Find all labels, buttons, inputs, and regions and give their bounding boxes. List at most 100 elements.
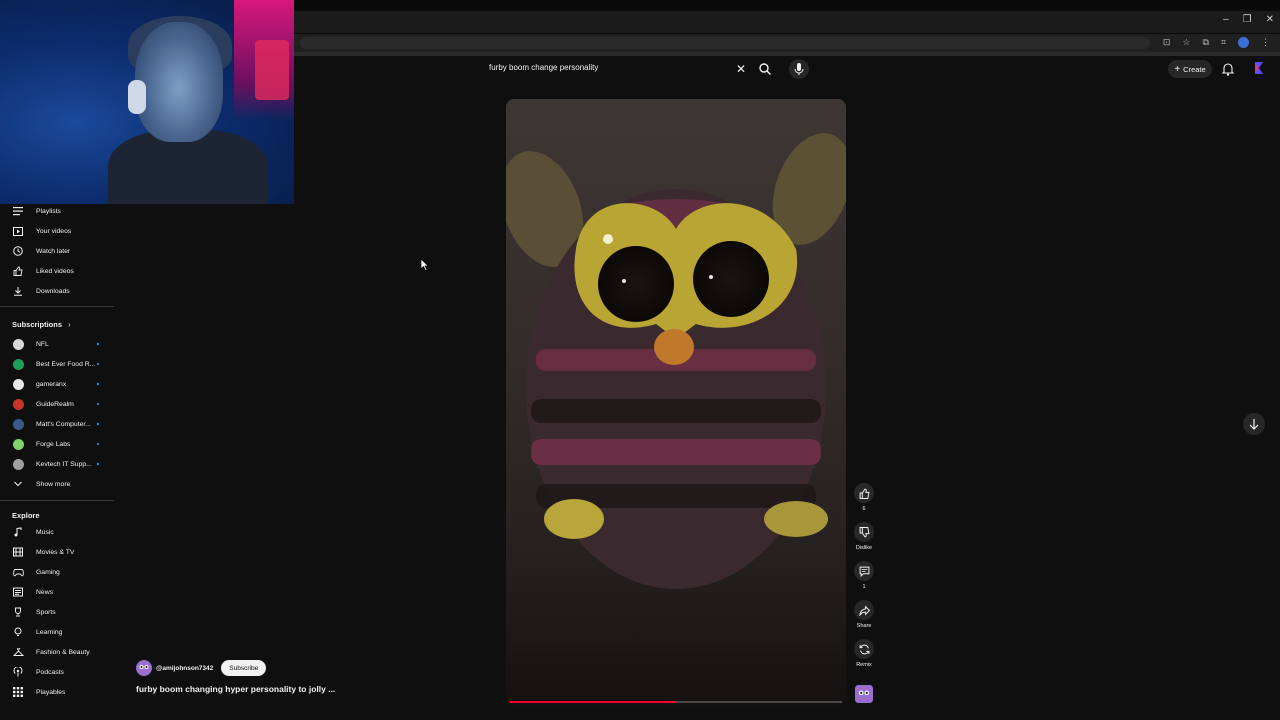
clear-search-icon[interactable]: ✕ <box>734 61 748 77</box>
sidebar-item-your-videos[interactable]: Your videos <box>0 221 114 241</box>
close-window-icon[interactable]: ✕ <box>1266 14 1274 25</box>
browser-toolbar-icons: ⊡ ☆ ⧉ ⌗ ⋮ <box>1163 37 1270 48</box>
chevron-down-icon <box>12 478 24 490</box>
subscriptions-header[interactable]: Subscriptions › <box>12 320 71 329</box>
comments-button[interactable] <box>854 561 874 581</box>
bookmark-star-icon[interactable]: ☆ <box>1182 37 1190 48</box>
profile-icon[interactable] <box>1238 37 1249 48</box>
like-count: 6 <box>862 506 866 512</box>
subscriptions-title: Subscriptions <box>12 320 63 329</box>
sidebar-item-subscription[interactable]: Forge Labs <box>0 434 114 454</box>
sidebar-item-subscription[interactable]: gameranx <box>0 374 114 394</box>
sidebar-item-gaming[interactable]: Gaming <box>0 562 114 582</box>
sidebar-item-label: Forge Labs <box>36 440 71 448</box>
notifications-bell-icon[interactable] <box>1221 61 1235 77</box>
sidebar-item-movies-tv[interactable]: Movies & TV <box>0 542 114 562</box>
sidebar-item-label: NFL <box>36 340 49 348</box>
window-controls: – ❐ ✕ <box>1223 14 1274 25</box>
account-avatar[interactable] <box>1252 60 1266 76</box>
new-content-dot <box>97 363 99 365</box>
share-button[interactable] <box>854 600 874 620</box>
sidebar-item-subscription[interactable]: GuideRealm <box>0 394 114 414</box>
sidebar-item-downloads[interactable]: Downloads <box>0 281 114 301</box>
like-action: 6 <box>853 483 875 512</box>
page-top-border <box>294 52 1280 56</box>
short-title[interactable]: furby boom changing hyper personality to… <box>136 684 335 694</box>
short-channel-row: @amijohnson7342 Subscribe <box>136 660 267 676</box>
sidebar-divider <box>0 500 114 501</box>
sidebar-item-news[interactable]: News <box>0 582 114 602</box>
sidebar-item-fashion-beauty[interactable]: Fashion & Beauty <box>0 642 114 662</box>
channel-avatar <box>12 458 24 470</box>
new-content-dot <box>97 403 99 405</box>
extensions-icon[interactable]: ⧉ <box>1202 37 1208 48</box>
address-bar[interactable] <box>300 37 1150 49</box>
sidebar-item-sports[interactable]: Sports <box>0 602 114 622</box>
sidebar-item-subscription[interactable]: NFL <box>0 334 114 354</box>
short-video-player[interactable] <box>506 99 846 705</box>
your-videos-icon <box>12 225 24 237</box>
channel-avatar[interactable] <box>136 660 152 676</box>
channel-avatar <box>12 378 24 390</box>
show-more-button[interactable]: Show more <box>0 474 114 494</box>
sidebar-item-music[interactable]: Music <box>0 522 114 542</box>
restore-icon[interactable]: ❐ <box>1243 14 1252 25</box>
remix-icon <box>859 644 869 654</box>
new-content-dot <box>97 443 99 445</box>
voice-search-button[interactable] <box>789 59 809 79</box>
create-label: Create <box>1183 64 1206 74</box>
sidebar-divider <box>0 306 114 307</box>
next-short-button[interactable] <box>1243 413 1265 435</box>
sidebar-item-subscription[interactable]: Matt's Computer... <box>0 414 114 434</box>
sidebar-item-label: Playables <box>36 688 66 696</box>
channel-avatar <box>12 338 24 350</box>
create-button[interactable]: + Create <box>1168 60 1212 78</box>
grid-icon <box>12 686 24 698</box>
sidebar-item-label: Gaming <box>36 568 60 576</box>
webcam-overlay <box>0 0 294 204</box>
clock-icon <box>12 245 24 257</box>
sidebar-item-label: News <box>36 588 53 596</box>
browser-menu-icon[interactable]: ⋮ <box>1261 37 1270 48</box>
sidebar-item-watch-later[interactable]: Watch later <box>0 241 114 261</box>
dislike-label: Dislike <box>855 545 873 551</box>
sidebar-item-subscription[interactable]: Best Ever Food R... <box>0 354 114 374</box>
sidebar-item-subscription[interactable]: Kevtech IT Supp... <box>0 454 114 474</box>
sidebar-item-label: Fashion & Beauty <box>36 648 90 656</box>
thumbs-up-icon <box>859 488 869 499</box>
remix-button[interactable] <box>854 639 874 659</box>
channel-name[interactable]: @amijohnson7342 <box>156 665 213 672</box>
share-label: Share <box>856 623 872 629</box>
search-icon[interactable] <box>758 61 772 77</box>
minimize-icon[interactable]: – <box>1223 14 1229 25</box>
like-button[interactable] <box>854 483 874 503</box>
lightbulb-icon <box>12 626 24 638</box>
audio-source-avatar[interactable] <box>855 685 873 703</box>
sidebar-item-podcasts[interactable]: Podcasts <box>0 662 114 682</box>
new-content-dot <box>97 423 99 425</box>
search-input[interactable]: furby boom change personality <box>489 63 598 72</box>
microphone-icon <box>794 63 804 75</box>
playlist-icon <box>12 205 24 217</box>
dislike-button[interactable] <box>854 522 874 542</box>
trophy-icon <box>12 606 24 618</box>
sidebar-item-label: Music <box>36 528 54 536</box>
subscribe-button[interactable]: Subscribe <box>221 660 267 676</box>
hanger-icon <box>12 646 24 658</box>
sidebar-item-playables[interactable]: Playables <box>0 682 114 702</box>
video-progress-fill <box>510 701 676 703</box>
show-more-label: Show more <box>36 480 71 488</box>
sidebar-item-learning[interactable]: Learning <box>0 622 114 642</box>
remix-label: Remix <box>856 662 872 668</box>
extension-icon[interactable]: ⌗ <box>1221 37 1226 48</box>
mouse-cursor <box>420 258 430 276</box>
sidebar-item-label: Liked videos <box>36 267 74 275</box>
film-icon <box>12 546 24 558</box>
sidebar-item-liked-videos[interactable]: Liked videos <box>0 261 114 281</box>
sidebar-item-playlists[interactable]: Playlists <box>0 201 114 221</box>
install-icon[interactable]: ⊡ <box>1163 37 1171 48</box>
sidebar-item-label: Sports <box>36 608 56 616</box>
browser-tab-strip[interactable] <box>294 11 1280 33</box>
sidebar-item-label: Watch later <box>36 247 71 255</box>
sidebar-item-label: Movies & TV <box>36 548 75 556</box>
